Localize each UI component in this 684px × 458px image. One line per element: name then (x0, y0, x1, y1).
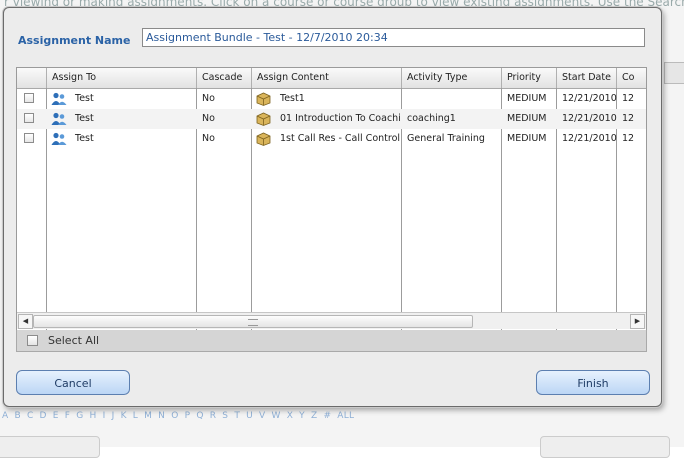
alphabet-letter[interactable]: Q (196, 411, 203, 421)
alphabet-letter[interactable]: T (234, 411, 240, 421)
alphabet-letter[interactable]: I (103, 411, 106, 421)
assign-to-text: Test (75, 133, 94, 144)
co-cell: 12 (622, 93, 635, 104)
select-all-label[interactable]: Select All (48, 334, 99, 347)
assignment-grid: Assign To Cascade Assign Content Activit… (16, 67, 647, 352)
header-assign-content[interactable]: Assign Content (252, 68, 402, 88)
start-date-cell: 12/21/2010 (562, 113, 617, 124)
alphabet-letter[interactable]: H (90, 411, 97, 421)
assign-to-cell: Test (47, 109, 197, 129)
background-button-left[interactable] (0, 436, 100, 458)
alphabet-letter[interactable]: S (222, 411, 228, 421)
alphabet-letter[interactable]: R (210, 411, 217, 421)
assign-to-cell: Test (47, 89, 197, 109)
priority-cell: MEDIUM (507, 113, 547, 124)
users-icon (51, 92, 67, 105)
co-cell: 12 (622, 113, 635, 124)
alphabet-letter[interactable]: P (185, 411, 191, 421)
co-cell: 12 (622, 133, 635, 144)
assignment-name-input[interactable] (142, 28, 645, 47)
header-co[interactable]: Co (617, 68, 646, 88)
header-priority[interactable]: Priority (502, 68, 557, 88)
activity-type-cell (402, 89, 502, 109)
arrow-right-icon[interactable]: ▶ (630, 314, 645, 329)
alphabet-letter[interactable]: L (133, 411, 138, 421)
finish-button[interactable]: Finish (536, 370, 650, 395)
priority-cell: MEDIUM (507, 93, 547, 104)
row-checkbox[interactable] (24, 93, 34, 103)
alphabet-letter[interactable]: V (259, 411, 265, 421)
table-row[interactable]: Test No 1st Call Res - Call Control Gene… (17, 129, 646, 149)
priority-cell: MEDIUM (507, 133, 547, 144)
alphabet-letter[interactable]: K (121, 411, 127, 421)
alphabet-letter[interactable]: Z (311, 411, 317, 421)
content-text: Test1 (280, 93, 305, 104)
header-cascade[interactable]: Cascade (197, 68, 252, 88)
background-button-right[interactable] (540, 436, 670, 458)
grip-icon (248, 319, 258, 326)
cascade-cell: No (202, 133, 215, 144)
horizontal-scrollbar[interactable]: ◀ ▶ (17, 312, 646, 329)
start-date-cell: 12/21/2010 (562, 133, 617, 144)
alphabet-letter[interactable]: G (76, 411, 83, 421)
row-checkbox[interactable] (24, 113, 34, 123)
row-checkbox[interactable] (24, 133, 34, 143)
users-icon (51, 132, 67, 145)
alphabet-letter[interactable]: D (40, 411, 47, 421)
assign-to-text: Test (75, 93, 94, 104)
cascade-cell: No (202, 93, 215, 104)
table-row[interactable]: Test No Test1 MEDIUM 12/21/2010 12 (17, 89, 646, 109)
users-icon (51, 112, 67, 125)
alphabet-letter[interactable]: E (53, 411, 59, 421)
header-start-date[interactable]: Start Date (557, 68, 617, 88)
alphabet-letter[interactable]: # (323, 411, 331, 421)
content-text: 1st Call Res - Call Control (280, 133, 401, 144)
assign-to-text: Test (75, 113, 94, 124)
alphabet-letter[interactable]: C (27, 411, 34, 421)
arrow-left-icon[interactable]: ◀ (18, 314, 33, 329)
alphabet-letter[interactable]: X (287, 411, 293, 421)
header-assign-to[interactable]: Assign To (47, 68, 197, 88)
alphabet-letter[interactable]: A (2, 411, 8, 421)
content-text: 01 Introduction To Coachi (280, 113, 401, 124)
select-all-bar: Select All (16, 330, 647, 352)
cascade-cell: No (202, 113, 215, 124)
alphabet-letter[interactable]: W (271, 411, 280, 421)
alphabet-letter[interactable]: N (158, 411, 165, 421)
cancel-button[interactable]: Cancel (16, 370, 130, 395)
grid-header: Assign To Cascade Assign Content Activit… (17, 68, 646, 89)
alphabet-letter[interactable]: ALL (337, 411, 354, 421)
alphabet-letter[interactable]: F (65, 411, 70, 421)
alphabet-letter[interactable]: B (14, 411, 20, 421)
start-date-cell: 12/21/2010 (562, 93, 617, 104)
content-cell: Test1 (252, 89, 402, 109)
background-icon-button[interactable] (664, 62, 684, 84)
package-icon (256, 132, 271, 146)
alphabet-letter[interactable]: O (171, 411, 178, 421)
assign-to-cell: Test (47, 129, 197, 149)
header-checkbox-column (17, 68, 47, 88)
table-row[interactable]: Test No 01 Introduction To Coachi coachi… (17, 109, 646, 129)
alphabet-letter[interactable]: M (144, 411, 152, 421)
package-icon (256, 92, 271, 106)
header-activity-type[interactable]: Activity Type (402, 68, 502, 88)
activity-type-cell: coaching1 (407, 113, 456, 124)
alphabet-letter[interactable]: J (112, 411, 115, 421)
alphabet-letter[interactable]: U (246, 411, 253, 421)
activity-type-cell: General Training (407, 133, 485, 144)
assignment-name-label: Assignment Name (18, 34, 131, 47)
content-cell: 1st Call Res - Call Control (252, 129, 402, 149)
select-all-checkbox[interactable] (27, 335, 38, 346)
alphabet-letter[interactable]: Y (299, 411, 305, 421)
scrollbar-thumb[interactable] (33, 315, 473, 328)
alphabet-filter: A B C D E F G H I J K L M N O P Q R S T U V W X Y Z # ALL (2, 411, 360, 421)
package-icon (256, 112, 271, 126)
content-cell: 01 Introduction To Coachi (252, 109, 402, 129)
assignment-dialog: Assignment Name Assign To Cascade Assign… (3, 7, 662, 407)
